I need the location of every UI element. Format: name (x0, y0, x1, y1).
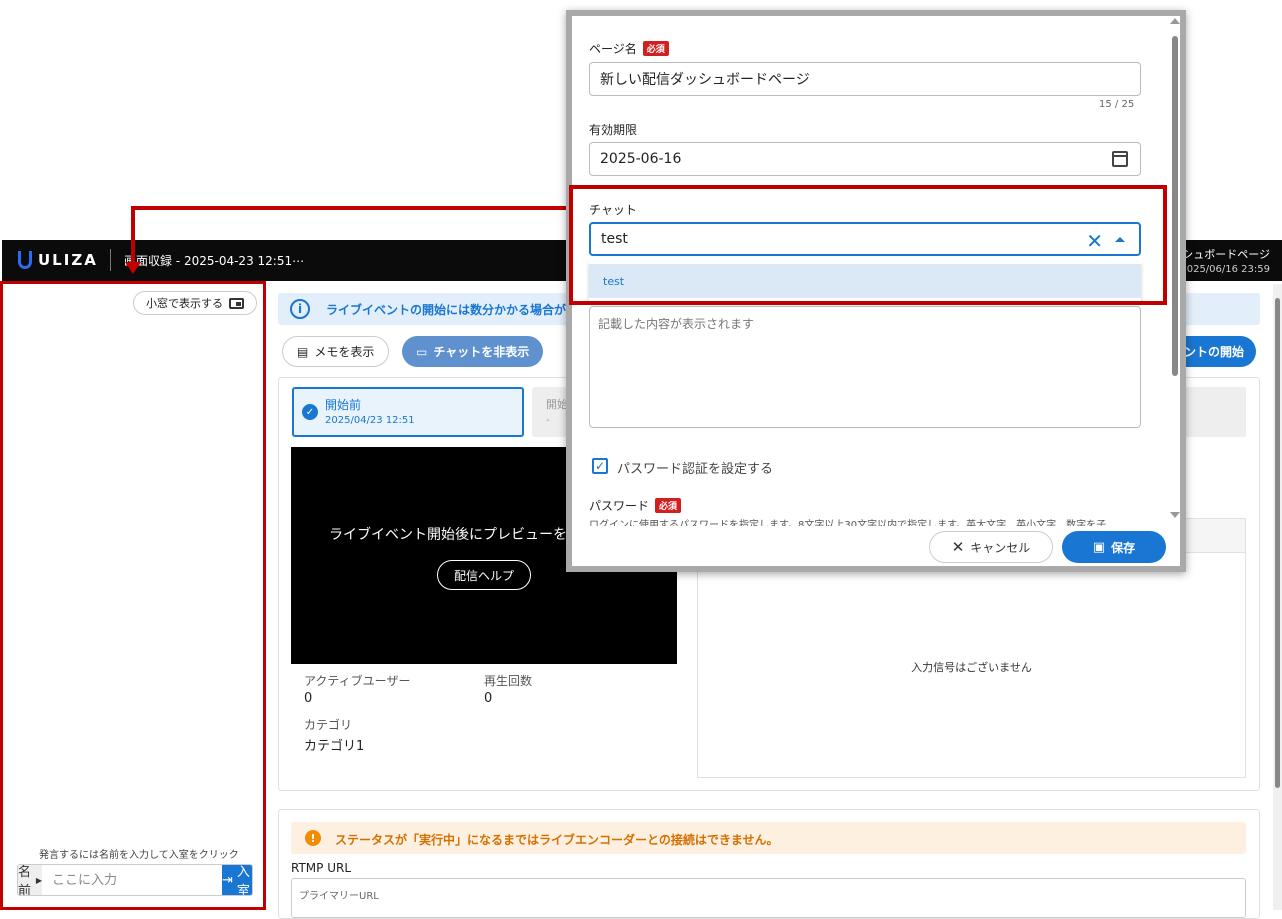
popout-label: 小窓で表示する (146, 297, 223, 310)
expiry-date-input[interactable]: 2025-06-16 (589, 142, 1141, 176)
memo-textarea[interactable]: 記載した内容が表示されます (589, 306, 1141, 428)
login-icon: ⇥ (222, 872, 233, 888)
page-name-input[interactable]: 新しい配信ダッシュボードページ (589, 62, 1141, 96)
hide-chat-label: チャットを非表示 (433, 345, 530, 359)
annotation-line-vertical (131, 206, 135, 264)
chat-join-hint: 発言するには名前を入力して入室をクリック (39, 850, 239, 861)
active-users-value: 0 (304, 691, 313, 706)
password-description: ログインに使用するパスワードを指定します。8文字以上30文字以内で指定します。英… (589, 520, 1107, 526)
chat-join-form: 名前 ▶ ⇥ 入室 (17, 864, 253, 896)
save-button[interactable]: ▣ 保存 (1062, 531, 1166, 563)
password-label: パスワード (589, 499, 650, 513)
picture-in-picture-icon (229, 297, 244, 309)
preview-message: ライブイベント開始後にプレビューを表 (329, 527, 581, 543)
password-auth-label: パスワード認証を設定する (617, 462, 774, 477)
category-label: カテゴリ (304, 718, 353, 732)
header-divider (110, 249, 111, 271)
annotation-arrow-icon (125, 262, 141, 274)
chat-panel: 小窓で表示する 発言するには名前を入力して入室をクリック 名前 ▶ ⇥ 入室 (0, 281, 266, 910)
active-users-label: アクティブユーザー (304, 674, 411, 688)
name-label: 名前 (18, 865, 32, 896)
logo-text: ULIZA (38, 251, 98, 269)
logo-mark-icon (18, 251, 32, 269)
info-text: ライブイベントの開始には数分かかる場合が (326, 303, 567, 317)
category-value: カテゴリ1 (304, 739, 365, 754)
rtmp-url-label: RTMP URL (291, 861, 352, 875)
enter-room-button[interactable]: ⇥ 入室 (222, 865, 252, 895)
page-name-counter: 15 / 25 (1099, 99, 1135, 110)
scroll-up-icon[interactable] (1170, 18, 1180, 24)
step-next-date: - (546, 415, 550, 426)
step-title: 開始前 (325, 398, 362, 412)
info-icon: i (290, 299, 310, 319)
dialog-scrollbar[interactable] (1170, 18, 1180, 526)
warning-icon: ! (305, 830, 321, 846)
memo-placeholder: 記載した内容が表示されます (598, 317, 755, 331)
page-name-label: ページ名 (589, 42, 637, 56)
status-step-ended (1176, 387, 1246, 437)
step-date: 2025/04/23 12:51 (325, 415, 415, 426)
password-auth-checkbox[interactable]: ✓ (592, 458, 608, 474)
popout-chat-button[interactable]: 小窓で表示する (133, 291, 257, 315)
event-title: 画面収録 - 2025-04-23 12:51⋯ (124, 254, 305, 268)
memo-icon: ▤ (297, 344, 309, 359)
annotation-line-horizontal (131, 206, 571, 210)
expiry-label: 有効期限 (589, 123, 638, 137)
play-count-value: 0 (484, 691, 493, 706)
scroll-down-icon[interactable] (1170, 512, 1180, 518)
dialog-scrollbar-thumb[interactable] (1172, 36, 1178, 376)
status-step-before-start: ✓ 開始前 2025/04/23 12:51 (292, 387, 524, 437)
required-badge: 必須 (642, 41, 669, 56)
password-required-badge: 必須 (655, 498, 682, 513)
check-circle-icon: ✓ (302, 404, 318, 420)
chat-icon: ▭ (416, 344, 428, 359)
password-label-row: パスワード 必須 (589, 497, 682, 514)
dashboard-page-title: ッシュボードページ (1171, 248, 1270, 261)
warning-text: ステータスが「実行中」になるまではライブエンコーダーとの接続はできません。 (335, 833, 779, 847)
calendar-icon[interactable] (1112, 151, 1128, 167)
uliza-logo[interactable]: ULIZA (18, 251, 98, 269)
cancel-button[interactable]: ✕ キャンセル (929, 531, 1053, 563)
warning-banner: ! ステータスが「実行中」になるまではライブエンコーダーとの接続はできません。 (291, 822, 1246, 854)
save-icon: ▣ (1092, 539, 1106, 555)
expiry-date-value: 2025-06-16 (600, 151, 682, 167)
streaming-help-button[interactable]: 配信ヘルプ (437, 560, 531, 590)
show-memo-label: メモを表示 (314, 345, 375, 359)
enter-room-label: 入室 (236, 865, 250, 896)
rtmp-url-field[interactable]: プライマリーURL (291, 878, 1246, 918)
close-icon: ✕ (951, 538, 965, 556)
name-dropdown[interactable]: 名前 ▶ (18, 865, 42, 895)
step-next-title: 開始 (546, 398, 568, 411)
dashboard-page-expiry: 2025/06/16 23:59 (1180, 264, 1270, 275)
annotation-highlight-box (569, 185, 1167, 305)
primary-url-label: プライマリーURL (299, 891, 379, 902)
name-input[interactable] (42, 865, 222, 895)
hide-chat-button[interactable]: ▭ チャットを非表示 (402, 336, 544, 367)
page-scrollbar-thumb[interactable] (1275, 298, 1280, 788)
show-memo-button[interactable]: ▤ メモを表示 (282, 336, 390, 367)
no-signal-text: 入力信号はございません (911, 661, 1032, 674)
cancel-label: キャンセル (970, 540, 1031, 555)
save-label: 保存 (1111, 540, 1136, 555)
page-name-label-row: ページ名 必須 (589, 40, 669, 57)
play-count-label: 再生回数 (484, 674, 533, 688)
page-scrollbar[interactable] (1273, 284, 1282, 910)
start-event-label: ントの開始 (1183, 345, 1244, 359)
